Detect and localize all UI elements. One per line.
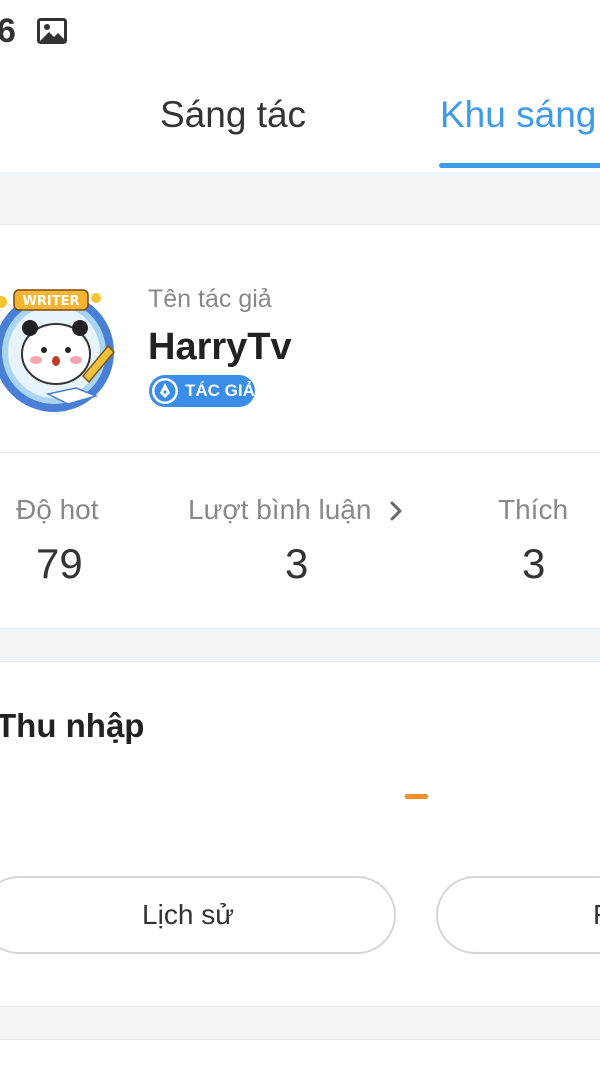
status-number: 6 [0,12,16,50]
status-bar: 6 [0,0,600,64]
section-separator [0,172,600,225]
stat-hot-value: 79 [36,540,83,587]
image-icon [37,18,67,44]
screen: 6 Sáng tác Khu sáng WRITER Tên tác giả H [0,0,600,1067]
pen-nib-icon [152,378,178,404]
income-title: Thu nhập [0,707,145,744]
tab-bar: Sáng tác Khu sáng [0,64,600,172]
history-button[interactable]: Lịch sử [0,876,396,954]
author-badge-label: TÁC GIẢ [185,381,255,400]
second-button[interactable]: F [436,876,600,954]
active-tab-indicator [439,163,600,168]
stat-likes-value: 3 [522,540,546,587]
income-amount-placeholder [405,794,428,799]
tab-compose[interactable]: Sáng tác [160,94,306,136]
stat-hot-label: Độ hot [16,494,99,525]
divider [0,452,600,453]
stat-likes-label: Thích [498,494,569,525]
author-name: HarryTv [148,326,292,368]
stat-comments-value[interactable]: 3 [285,540,308,588]
tab-creation-zone[interactable]: Khu sáng [440,94,596,136]
author-avatar[interactable]: WRITER [0,284,124,416]
author-name-label: Tên tác giả [148,285,272,313]
author-badge: TÁC GIẢ [149,375,255,407]
stat-comments-label[interactable]: Lượt bình luận [188,494,371,526]
section-separator [0,1006,600,1040]
avatar-writer-text: WRITER [23,294,80,309]
chevron-right-icon[interactable] [389,500,403,522]
section-separator [0,628,600,662]
